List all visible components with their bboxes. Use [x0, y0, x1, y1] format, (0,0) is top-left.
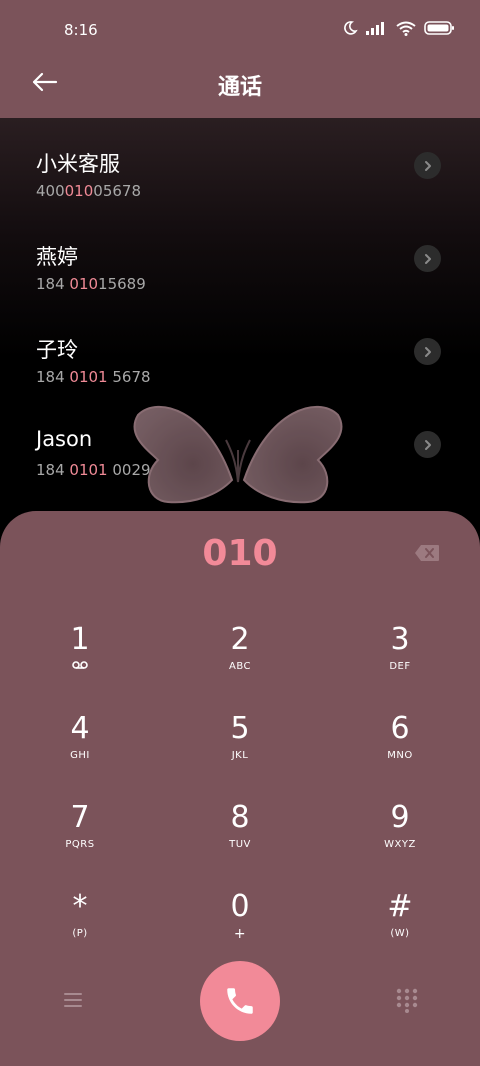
backspace-icon [415, 545, 439, 561]
chevron-right-icon [424, 439, 431, 450]
signal-icon [366, 22, 384, 35]
key-1[interactable]: 1 [20, 623, 140, 703]
contact-name: Jason [36, 427, 93, 451]
key-digit: 9 [390, 800, 410, 835]
key-letters: DEF [389, 661, 411, 672]
page-title: 通话 [217, 75, 262, 100]
key-letters: PQRS [65, 839, 95, 850]
phone-icon [227, 988, 253, 1014]
menu-icon [64, 993, 82, 1007]
key-5[interactable]: 5 JKL [180, 712, 300, 792]
contact-number: 184 01015689 [36, 275, 146, 293]
key-6[interactable]: 6 MNO [340, 712, 460, 792]
contact-name: 小米客服 [36, 152, 120, 176]
contact-number: 184 0101 5678 [36, 368, 151, 386]
key-7[interactable]: 7 PQRS [20, 801, 140, 881]
key-digit: 8 [230, 800, 250, 835]
dialed-number: 010 [202, 533, 278, 574]
key-star[interactable]: * (P) [20, 890, 140, 970]
key-digit: 3 [390, 622, 410, 657]
contact-detail-button[interactable] [414, 245, 441, 272]
contact-detail-button[interactable] [414, 338, 441, 365]
key-hash[interactable]: # (W) [340, 890, 460, 970]
key-digit: 4 [70, 711, 90, 746]
key-digit: 0 [230, 889, 250, 924]
key-letters: JKL [231, 750, 249, 761]
key-2[interactable]: 2 ABC [180, 623, 300, 703]
contact-number: 40001005678 [36, 182, 141, 200]
key-digit: 6 [390, 711, 410, 746]
wifi-icon [396, 21, 416, 36]
contact-list: 小米客服 40001005678 燕婷 184 01015689 子玲 184 … [0, 118, 480, 538]
contact-name: 燕婷 [36, 245, 78, 269]
contact-detail-button[interactable] [414, 152, 441, 179]
key-letters: (W) [390, 928, 410, 939]
chevron-right-icon [424, 160, 431, 171]
key-3[interactable]: 3 DEF [340, 623, 460, 703]
key-letters: GHI [70, 750, 90, 761]
backspace-button[interactable] [414, 544, 440, 562]
dialpad-toggle-button[interactable] [394, 987, 420, 1013]
dial-panel: 010 1 2 ABC 3 DEF 4 GHI 5 JKL 6 MNO 7 PQ… [0, 511, 480, 1066]
contact-item[interactable]: 小米客服 40001005678 [0, 148, 480, 238]
key-digit: 7 [70, 800, 90, 835]
key-letters: (P) [72, 928, 88, 939]
key-digit: 1 [70, 622, 90, 657]
key-9[interactable]: 9 WXYZ [340, 801, 460, 881]
chevron-right-icon [424, 346, 431, 357]
app-header: 通话 [0, 60, 480, 118]
key-letters: WXYZ [384, 839, 416, 850]
key-letters: + [233, 926, 247, 942]
battery-icon [424, 21, 454, 35]
call-button[interactable] [200, 961, 280, 1041]
key-letters: TUV [229, 839, 251, 850]
key-digit: # [387, 889, 413, 924]
key-letters: ABC [228, 661, 251, 672]
key-letters: MNO [387, 750, 413, 761]
chevron-right-icon [424, 253, 431, 264]
status-icons [342, 20, 454, 36]
status-time: 8:16 [64, 21, 98, 39]
butterfly-wallpaper [133, 405, 343, 504]
status-bar: 8:16 [0, 0, 480, 60]
key-digit: * [72, 889, 88, 924]
contact-item[interactable]: 燕婷 184 01015689 [0, 241, 480, 331]
dialpad-icon [396, 988, 418, 1013]
voicemail-icon [20, 660, 140, 674]
key-8[interactable]: 8 TUV [180, 801, 300, 881]
contact-detail-button[interactable] [414, 431, 441, 458]
key-0[interactable]: 0 + [180, 890, 300, 970]
menu-button[interactable] [60, 989, 86, 1011]
key-digit: 2 [230, 622, 250, 657]
key-digit: 5 [230, 711, 250, 746]
contact-name: 子玲 [36, 338, 78, 362]
moon-icon [344, 21, 358, 35]
key-4[interactable]: 4 GHI [20, 712, 140, 792]
